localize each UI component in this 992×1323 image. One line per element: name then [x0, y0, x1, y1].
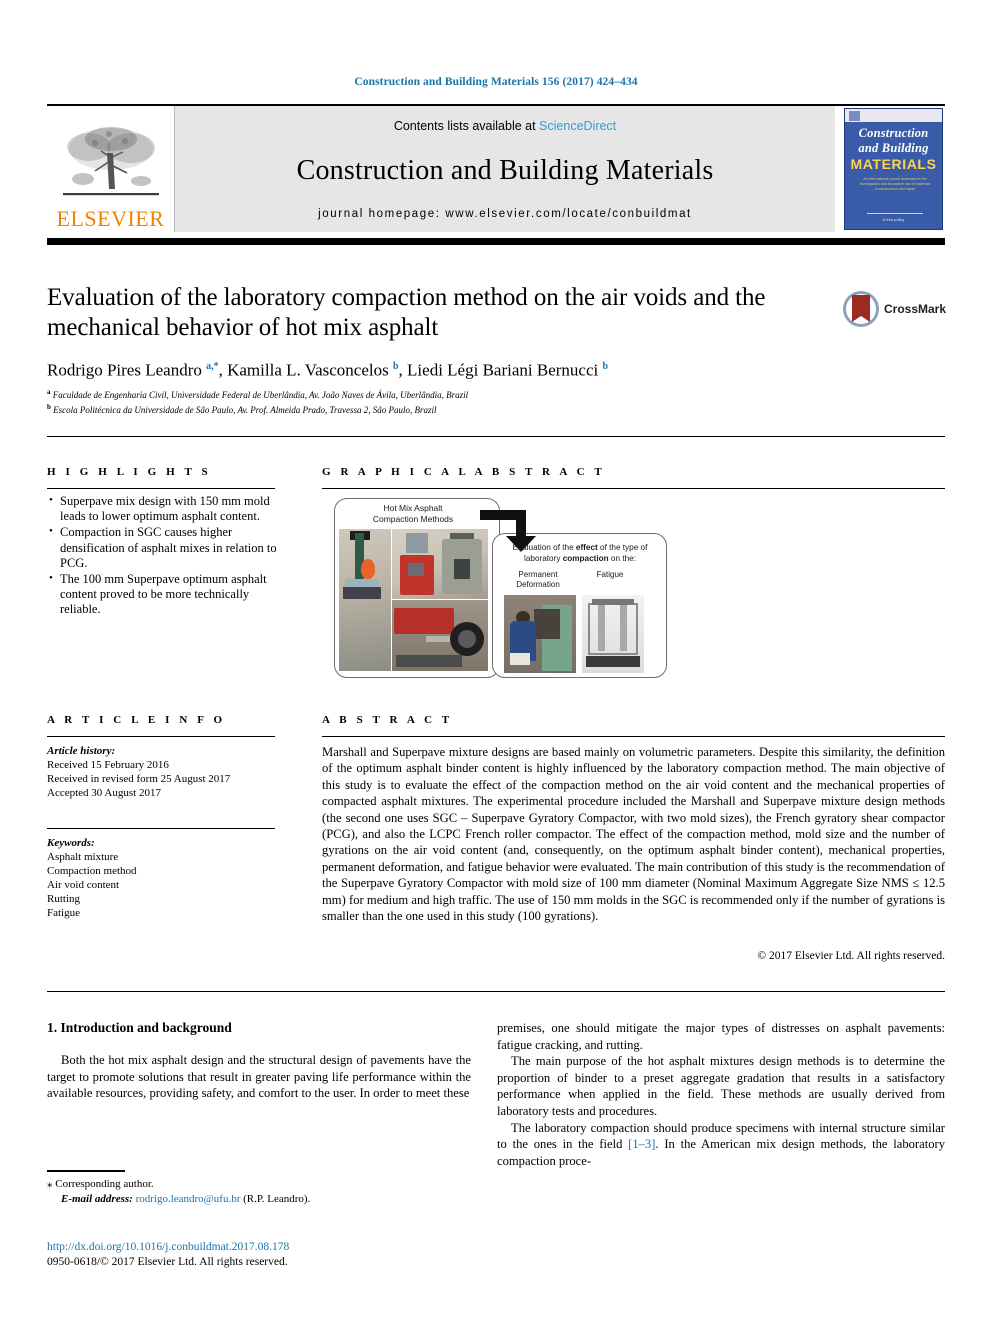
- ga-text-3: on the:: [608, 553, 636, 563]
- article-info-heading: A R T I C L E I N F O: [47, 714, 226, 726]
- ga-photo-marshall-compactor: [339, 529, 391, 671]
- doi-link[interactable]: http://dx.doi.org/10.1016/j.conbuildmat.…: [47, 1240, 471, 1255]
- crossmark-icon: [843, 291, 879, 327]
- email-line: E-mail address: rodrigo.leandro@ufu.br (…: [47, 1192, 471, 1207]
- highlight-item: The 100 mm Superpave optimum asphalt con…: [49, 571, 287, 618]
- corresponding-author-label: Corresponding author.: [55, 1178, 154, 1190]
- ga-left-box-label: Hot Mix Asphalt Compaction Methods: [372, 503, 454, 524]
- contents-list-prefix: Contents lists available at: [393, 119, 540, 133]
- article-info-rule: [47, 736, 275, 737]
- cover-footer: A free policy: [882, 217, 905, 222]
- paragraph: Both the hot mix asphalt design and the …: [47, 1053, 471, 1101]
- sciencedirect-link[interactable]: ScienceDirect: [539, 119, 616, 133]
- cover-line-3: MATERIALS: [850, 156, 937, 172]
- article-page: Construction and Building Materials 156 …: [0, 0, 992, 1323]
- keyword-item: Fatigue: [47, 907, 80, 919]
- highlights-heading: H I G H L I G H T S: [47, 466, 212, 478]
- affiliations: a Faculdade de Engenharia Civil, Univers…: [47, 386, 847, 416]
- body-column-right: premises, one should mitigate the major …: [497, 1020, 945, 1169]
- keyword-item: Asphalt mixture: [47, 851, 119, 863]
- graphical-abstract-figure: Hot Mix Asphalt Compaction Methods Evalua…: [330, 498, 680, 678]
- email-label: E-mail address:: [61, 1192, 133, 1205]
- ga-sublabel-fatigue: Fatigue: [596, 570, 624, 579]
- ga-sublabel-permanent-deformation: Permanent Deformation: [516, 570, 560, 589]
- footnote-block: ⁎ Corresponding author. E-mail address: …: [47, 1177, 471, 1206]
- crossmark-badge[interactable]: CrossMark: [843, 288, 947, 330]
- paragraph: premises, one should mitigate the major …: [497, 1021, 945, 1052]
- masthead-bottom-rule: [47, 238, 945, 245]
- journal-title: Construction and Building Materials: [296, 154, 714, 186]
- footnote-rule: [47, 1170, 125, 1172]
- article-history-block: Article history: Received 15 February 20…: [47, 744, 282, 800]
- highlight-item: Compaction in SGC causes higher densific…: [49, 524, 287, 571]
- keyword-item: Air void content: [47, 879, 120, 891]
- ga-text-1: Evaluation of the: [512, 543, 576, 552]
- affiliation-b: b Escola Politécnica da Universidade de …: [47, 403, 437, 415]
- email-suffix: (R.P. Leandro).: [243, 1192, 311, 1205]
- cover-line-1: Construction: [858, 126, 929, 140]
- section-title-introduction: 1. Introduction and background: [47, 1020, 232, 1035]
- ga-photo-roller-compactor: [392, 600, 488, 671]
- corresponding-author-line: ⁎ Corresponding author.: [47, 1177, 471, 1192]
- abstract-copyright: © 2017 Elsevier Ltd. All rights reserved…: [757, 950, 945, 962]
- graphical-abstract-rule: [322, 488, 945, 489]
- article-history-label: Article history:: [47, 745, 116, 757]
- ga-text-bold-1: effect: [575, 543, 598, 552]
- issn-copyright-line: 0950-0618/© 2017 Elsevier Ltd. All right…: [47, 1256, 288, 1268]
- paragraph: The main purpose of the hot asphalt mixt…: [497, 1054, 945, 1118]
- keywords-rule: [47, 828, 275, 829]
- highlight-item: Superpave mix design with 150 mm mold le…: [49, 493, 287, 524]
- body-column-left: Both the hot mix asphalt design and the …: [47, 1052, 471, 1102]
- ga-text-bold-2: compaction: [562, 553, 609, 563]
- affiliation-a-text: Faculdade de Engenharia Civil, Universid…: [52, 390, 469, 400]
- ga-photo-rutting-test: [504, 595, 576, 673]
- keyword-item: Compaction method: [47, 865, 137, 877]
- elsevier-wordmark: ELSEVIER: [56, 206, 165, 231]
- running-head: Construction and Building Materials 156 …: [354, 76, 638, 88]
- author-list: Rodrigo Pires Leandro a,*, Kamilla L. Va…: [47, 360, 609, 380]
- keywords-label: Keywords:: [47, 837, 95, 849]
- corresponding-marker: ⁎: [47, 1178, 53, 1190]
- abstract-rule: [322, 736, 945, 737]
- contents-list-line: Contents lists available at ScienceDirec…: [394, 119, 616, 133]
- abstract-text: Marshall and Superpave mixture designs a…: [322, 745, 945, 924]
- doi-block: http://dx.doi.org/10.1016/j.conbuildmat.…: [47, 1240, 471, 1270]
- ga-right-box-text: Evaluation of the effect of the type of …: [502, 543, 658, 564]
- ga-photo-fatigue-rig: [582, 595, 644, 673]
- ga-photo-grid: [339, 529, 489, 672]
- abstract-bottom-rule: [47, 991, 945, 992]
- affiliation-b-text: Escola Politécnica da Universidade de Sã…: [53, 405, 437, 415]
- graphical-abstract-heading: G R A P H I C A L A B S T R A C T: [322, 466, 606, 478]
- highlights-rule: [47, 488, 275, 489]
- cover-line-2: and Building: [858, 141, 929, 155]
- affiliation-a: a Faculdade de Engenharia Civil, Univers…: [47, 388, 469, 400]
- article-received: Received 15 February 2016: [47, 759, 169, 771]
- ga-photo-gyratory-compactors: [392, 529, 488, 599]
- journal-banner: Contents lists available at ScienceDirec…: [175, 106, 835, 232]
- keyword-item: Rutting: [47, 893, 81, 905]
- abstract-heading: A B S T R A C T: [322, 714, 453, 726]
- keywords-block: Keywords: Asphalt mixture Compaction met…: [47, 836, 282, 920]
- crossmark-label: CrossMark: [884, 302, 947, 316]
- elsevier-logo: ELSEVIER: [47, 106, 175, 232]
- header-bottom-rule: [47, 436, 945, 437]
- journal-cover-thumbnail: Construction and Building MATERIALS An i…: [835, 106, 945, 232]
- cover-blurb: An international journal dedicated to th…: [859, 177, 931, 191]
- page-title: Evaluation of the laboratory compaction …: [47, 284, 766, 341]
- citation-link[interactable]: [1–3]: [628, 1137, 655, 1151]
- elsevier-tree-icon: [62, 127, 159, 196]
- journal-masthead: ELSEVIER Contents lists available at Sci…: [47, 104, 945, 232]
- highlights-list: Superpave mix design with 150 mm mold le…: [47, 493, 287, 619]
- article-revised: Received in revised form 25 August 2017: [47, 773, 231, 785]
- journal-homepage-link[interactable]: journal homepage: www.elsevier.com/locat…: [318, 208, 692, 220]
- article-accepted: Accepted 30 August 2017: [47, 787, 161, 799]
- email-link[interactable]: rodrigo.leandro@ufu.br: [136, 1193, 241, 1205]
- paragraph: The laboratory compaction should produce…: [497, 1120, 945, 1170]
